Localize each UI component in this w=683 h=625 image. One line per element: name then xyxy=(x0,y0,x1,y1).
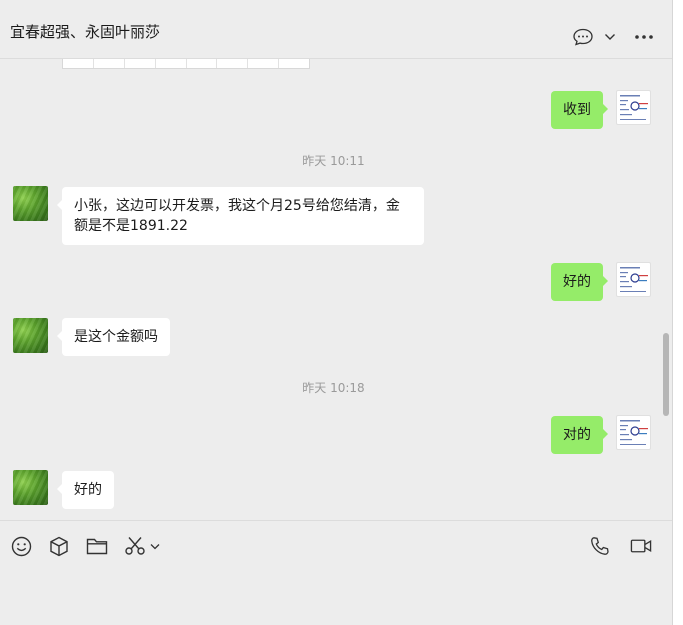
package-icon[interactable] xyxy=(48,535,70,557)
chevron-down-icon[interactable] xyxy=(150,535,160,557)
message-bubble-self[interactable]: 收到 xyxy=(551,91,608,129)
message-list[interactable]: 收到 昨天 10:11 小张，这边可以开发票，我这个月25号给您结清，金额是不是… xyxy=(0,59,660,520)
avatar-self[interactable] xyxy=(616,262,651,297)
message-bubble-self[interactable]: 对的 xyxy=(551,416,608,454)
scissors-icon[interactable] xyxy=(124,535,146,557)
avatar-self[interactable] xyxy=(616,90,651,125)
chat-title[interactable]: 宜春超强、永固叶丽莎 xyxy=(10,21,160,42)
header-actions xyxy=(572,28,654,46)
message-bubble-self[interactable]: 好的 xyxy=(551,263,608,301)
message-bubble-contact[interactable]: 好的 xyxy=(57,471,114,509)
avatar-contact[interactable] xyxy=(13,470,48,505)
chevron-down-icon[interactable] xyxy=(604,33,616,41)
chat-window: 宜春超强、永固叶丽莎 收到 昨天 10:11 小张，这边可以开发票，我这个月25… xyxy=(0,0,683,625)
message-bubble-contact[interactable]: 小张，这边可以开发票，我这个月25号给您结清，金额是不是1891.22 xyxy=(57,187,424,245)
avatar-contact[interactable] xyxy=(13,318,48,353)
avatar-self[interactable] xyxy=(616,415,651,450)
background-window-edge xyxy=(672,0,683,625)
avatar-contact[interactable] xyxy=(13,186,48,221)
message-scrollbar[interactable] xyxy=(663,333,669,416)
emoji-icon[interactable] xyxy=(10,535,32,557)
more-icon[interactable] xyxy=(634,34,654,40)
input-toolbar xyxy=(10,535,160,557)
folder-icon[interactable] xyxy=(86,535,108,557)
timestamp: 昨天 10:11 xyxy=(302,154,365,168)
chat-bubble-icon[interactable] xyxy=(572,28,594,46)
previous-message-table xyxy=(62,59,310,69)
phone-icon[interactable] xyxy=(588,535,610,557)
timestamp: 昨天 10:18 xyxy=(302,381,365,395)
call-toolbar xyxy=(588,535,652,557)
message-input-area[interactable] xyxy=(0,520,672,625)
chat-header: 宜春超强、永固叶丽莎 xyxy=(0,0,672,59)
video-call-icon[interactable] xyxy=(630,535,652,557)
message-bubble-contact[interactable]: 是这个金额吗 xyxy=(57,318,170,356)
